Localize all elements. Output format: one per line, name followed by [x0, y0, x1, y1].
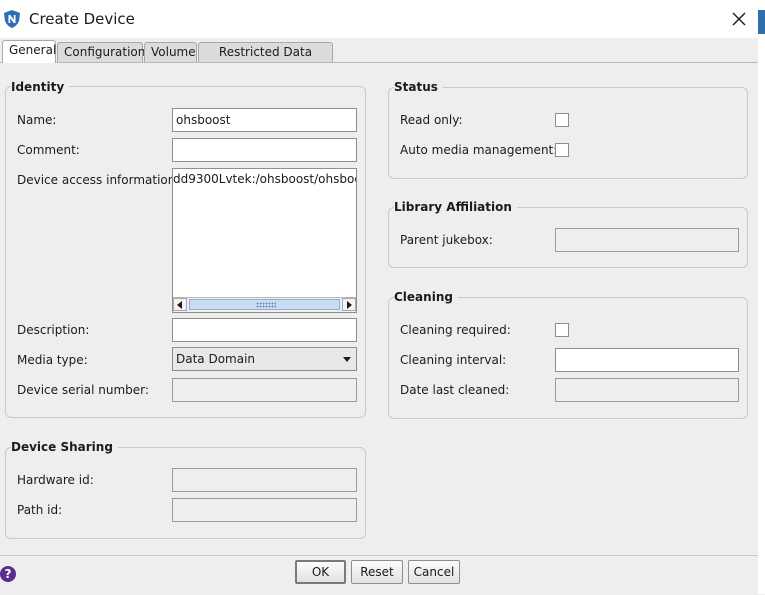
- device-serial-field: [172, 378, 357, 402]
- device-access-textarea[interactable]: dd9300Lvtek:/ohsboost/ohsboost: [172, 168, 357, 313]
- device-sharing-group: [5, 447, 366, 539]
- background-accent-strip: [758, 10, 765, 34]
- status-group-title: Status: [394, 80, 443, 94]
- tab-restricted-data-zones[interactable]: Restricted Data Zones: [198, 42, 333, 78]
- app-shield-icon: [4, 10, 20, 28]
- media-type-label: Media type:: [17, 353, 88, 367]
- device-sharing-group-title: Device Sharing: [11, 440, 118, 454]
- scroll-thumb[interactable]: [189, 299, 340, 310]
- cleaning-interval-label: Cleaning interval:: [400, 353, 507, 367]
- tab-strip: General Configuration Volume Restricted …: [0, 38, 758, 78]
- library-affiliation-group-title: Library Affiliation: [394, 200, 517, 214]
- date-last-cleaned-label: Date last cleaned:: [400, 383, 510, 397]
- media-type-value: Data Domain: [176, 352, 256, 366]
- tab-volume[interactable]: Volume: [144, 42, 197, 62]
- tab-general[interactable]: General: [2, 40, 56, 63]
- background-edge: [758, 0, 765, 594]
- scroll-left-button[interactable]: [173, 298, 187, 311]
- path-id-field: [172, 498, 357, 522]
- horizontal-scrollbar[interactable]: [173, 297, 356, 312]
- auto-media-checkbox[interactable]: [555, 143, 569, 157]
- cleaning-group-title: Cleaning: [394, 290, 458, 304]
- create-device-dialog: Create Device General Configuration Volu…: [0, 0, 758, 595]
- auto-media-label: Auto media management:: [400, 143, 558, 157]
- help-icon[interactable]: ?: [0, 566, 16, 582]
- chevron-down-icon: [343, 357, 351, 362]
- device-access-label: Device access information:: [17, 173, 180, 187]
- close-icon: [732, 12, 746, 26]
- close-button[interactable]: [720, 0, 758, 38]
- name-field[interactable]: ohsboost: [172, 108, 357, 132]
- cleaning-interval-field[interactable]: [555, 348, 739, 372]
- hardware-id-label: Hardware id:: [17, 473, 94, 487]
- read-only-label: Read only:: [400, 113, 463, 127]
- comment-label: Comment:: [17, 143, 80, 157]
- comment-field[interactable]: [172, 138, 357, 162]
- cleaning-required-checkbox[interactable]: [555, 323, 569, 337]
- scroll-right-icon: [347, 300, 352, 309]
- window-title: Create Device: [29, 10, 135, 28]
- status-group: [388, 87, 748, 179]
- tab-configuration[interactable]: Configuration: [57, 42, 145, 62]
- cleaning-required-label: Cleaning required:: [400, 323, 511, 337]
- path-id-label: Path id:: [17, 503, 63, 517]
- title-bar: Create Device: [0, 0, 758, 39]
- parent-jukebox-field: [555, 228, 739, 252]
- name-label: Name:: [17, 113, 57, 127]
- scroll-left-icon: [177, 300, 182, 309]
- device-access-text: dd9300Lvtek:/ohsboost/ohsboost: [173, 172, 356, 186]
- ok-button[interactable]: OK: [295, 560, 346, 584]
- reset-button[interactable]: Reset: [351, 560, 403, 584]
- scroll-right-button[interactable]: [342, 298, 356, 311]
- description-label: Description:: [17, 323, 90, 337]
- device-serial-label: Device serial number:: [17, 383, 149, 397]
- parent-jukebox-label: Parent jukebox:: [400, 233, 493, 247]
- date-last-cleaned-field: [555, 378, 739, 402]
- read-only-checkbox[interactable]: [555, 113, 569, 127]
- description-field[interactable]: [172, 318, 357, 342]
- hardware-id-field: [172, 468, 357, 492]
- cancel-button[interactable]: Cancel: [408, 560, 460, 584]
- identity-group-title: Identity: [11, 80, 70, 94]
- media-type-select[interactable]: Data Domain: [172, 347, 357, 371]
